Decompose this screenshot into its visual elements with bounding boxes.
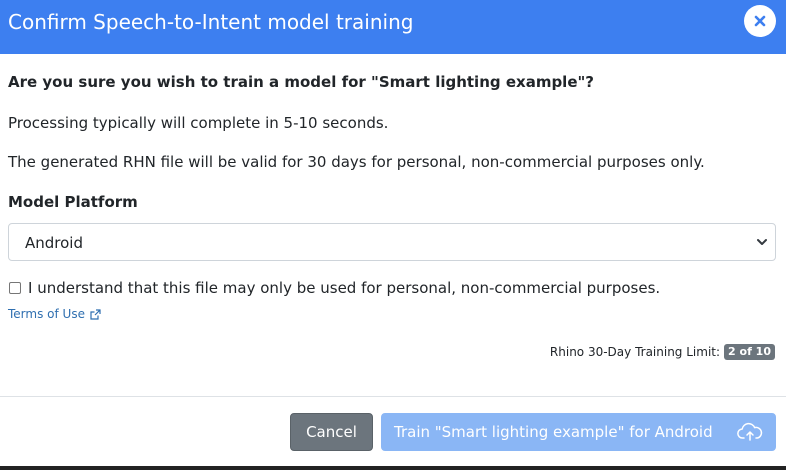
terms-of-use-label: Terms of Use (8, 307, 85, 321)
cancel-button[interactable]: Cancel (290, 413, 373, 451)
training-confirm-modal: Confirm Speech-to-Intent model training … (0, 0, 786, 470)
cloud-upload-icon (737, 422, 763, 441)
validity-note: The generated RHN file will be valid for… (8, 153, 705, 171)
footer-divider (0, 396, 786, 397)
modal-header: Confirm Speech-to-Intent model training (0, 0, 786, 54)
training-limit-badge: 2 of 10 (724, 344, 775, 360)
platform-select[interactable]: Android (8, 223, 776, 261)
agreement-checkbox-label[interactable]: I understand that this file may only be … (28, 278, 660, 298)
close-button[interactable] (744, 5, 776, 37)
platform-selected-value: Android (25, 234, 83, 252)
cancel-button-label: Cancel (306, 423, 357, 441)
chevron-down-icon (757, 239, 767, 245)
terms-of-use-link[interactable]: Terms of Use (8, 306, 101, 322)
train-button-label: Train "Smart lighting example" for Andro… (394, 423, 713, 441)
close-icon (754, 15, 766, 27)
external-link-icon (90, 308, 101, 320)
modal-title: Confirm Speech-to-Intent model training (8, 10, 414, 34)
agreement-checkbox[interactable] (9, 282, 21, 294)
training-limit-label: Rhino 30-Day Training Limit: (549, 345, 721, 359)
backdrop-edge (0, 466, 786, 470)
confirm-question: Are you sure you wish to train a model f… (8, 73, 595, 91)
platform-label: Model Platform (8, 193, 138, 211)
processing-note: Processing typically will complete in 5-… (8, 114, 389, 132)
training-limit: Rhino 30-Day Training Limit: 2 of 10 (550, 344, 775, 360)
train-model-button[interactable]: Train "Smart lighting example" for Andro… (381, 413, 776, 451)
